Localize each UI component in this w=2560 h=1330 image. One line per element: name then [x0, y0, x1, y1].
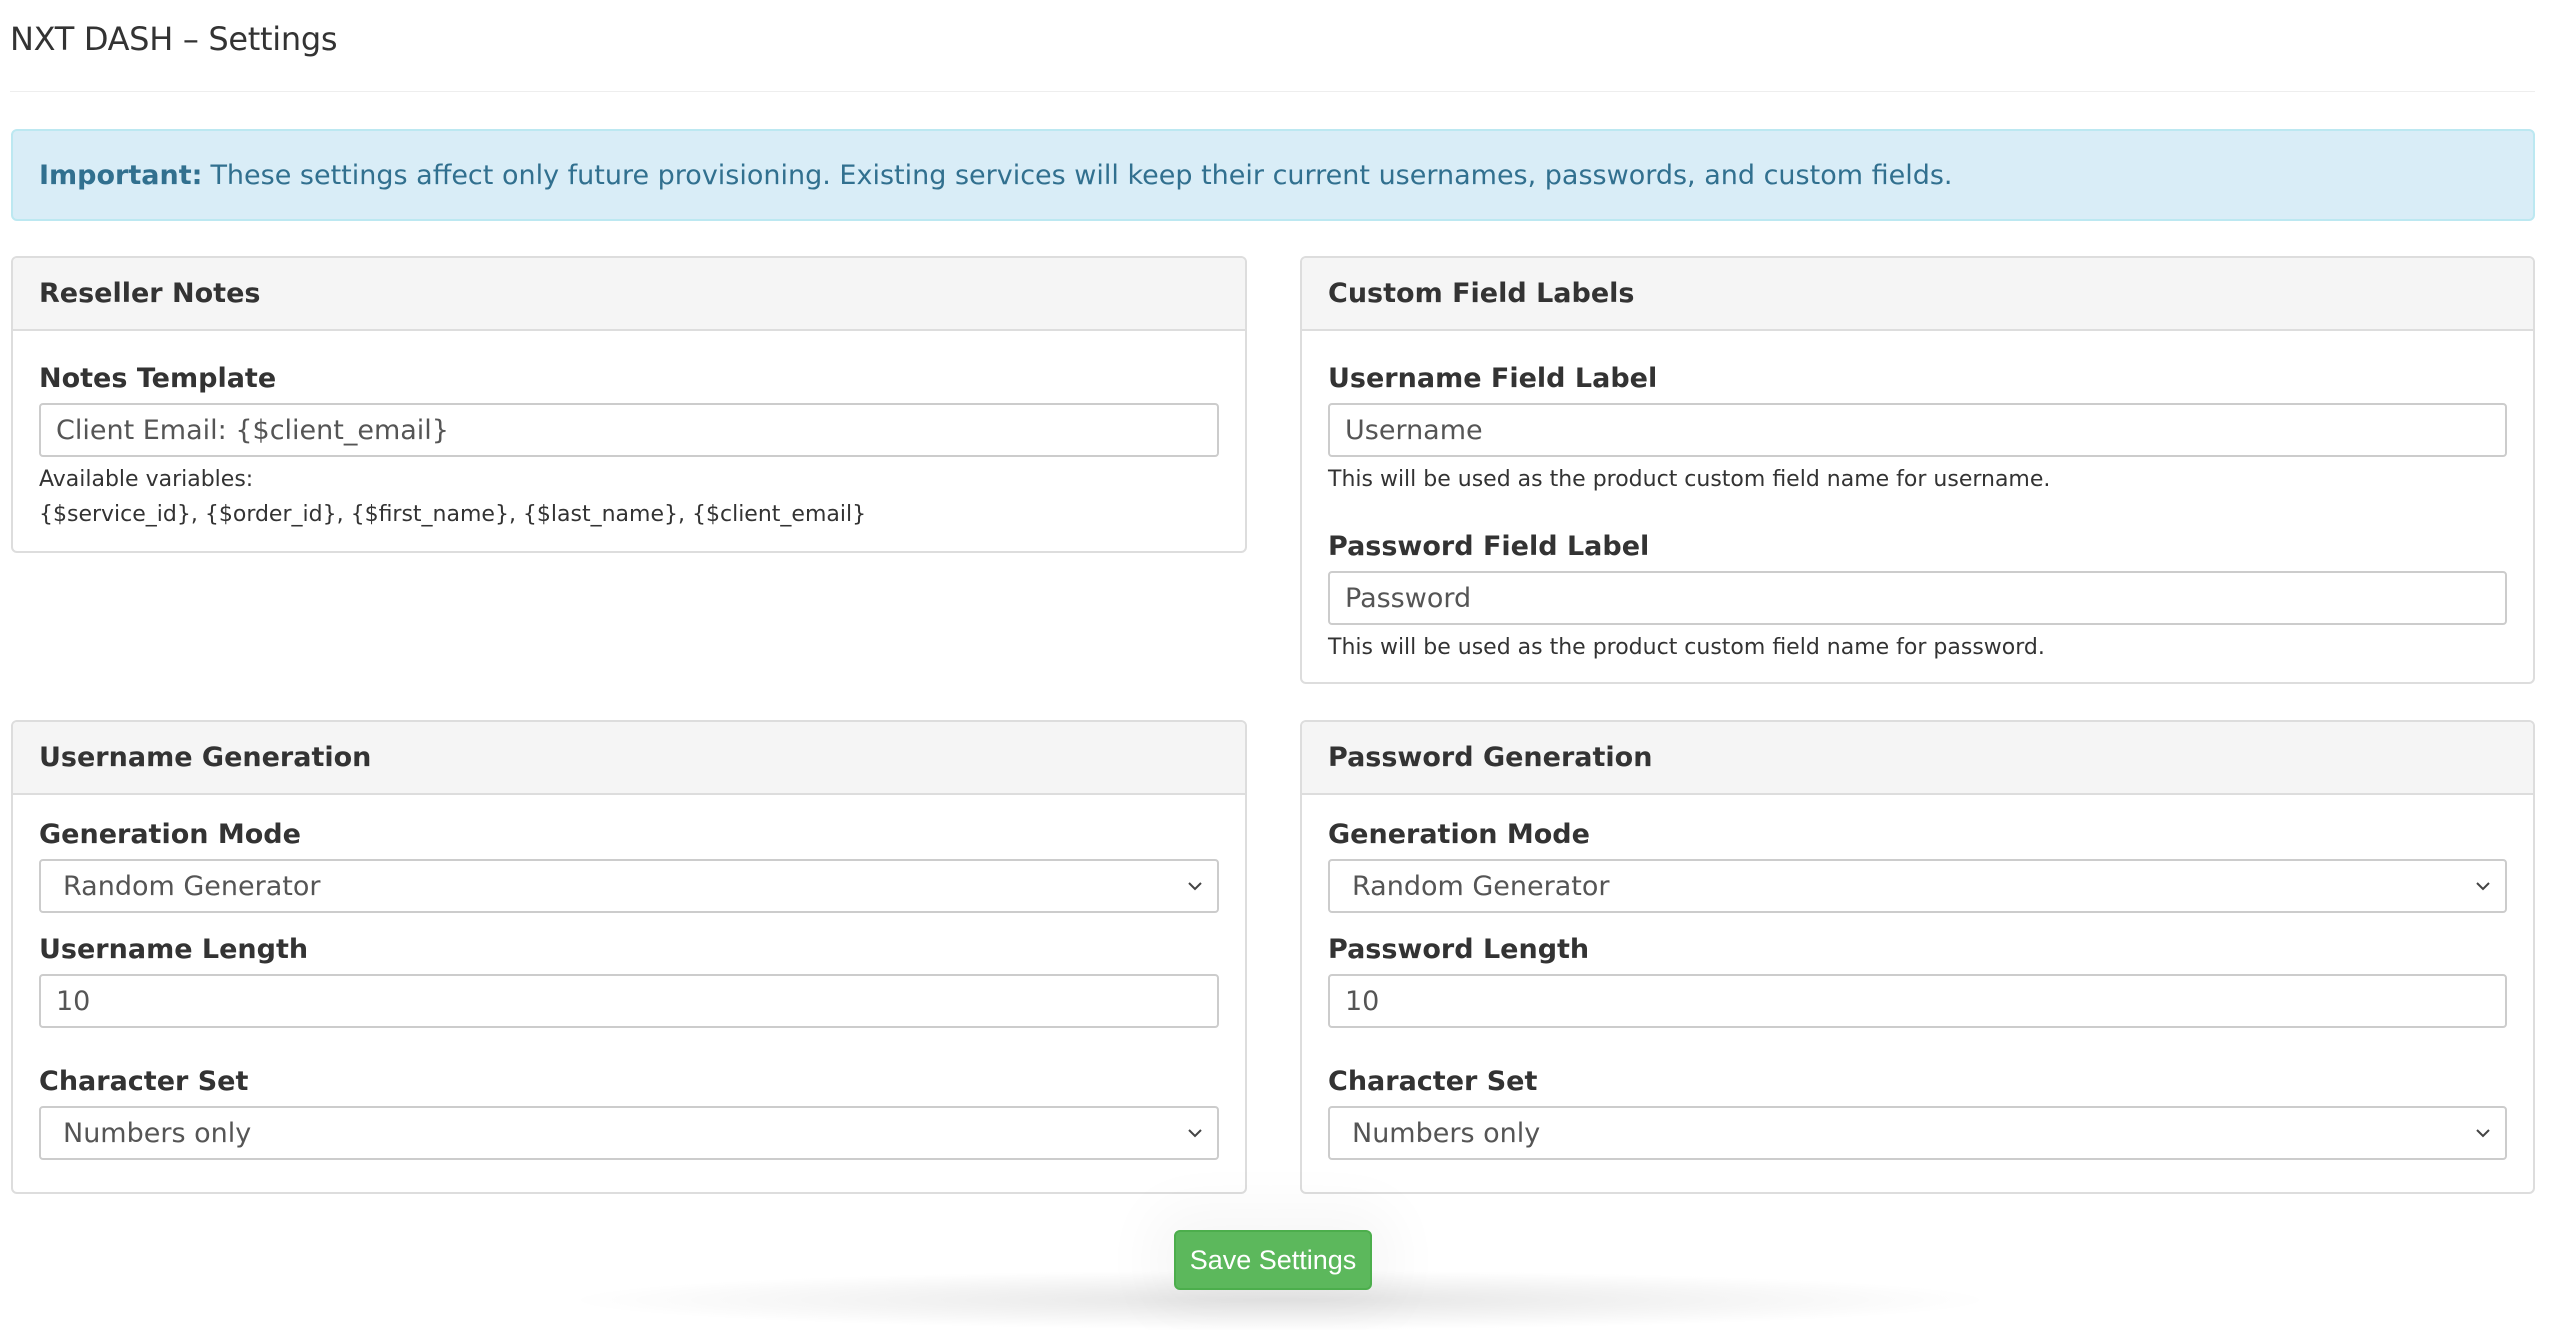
password-mode-select[interactable]: Random Generator [1328, 859, 2507, 913]
chevron-down-icon [1188, 1129, 1202, 1138]
panel-heading: Custom Field Labels [1302, 258, 2533, 331]
username-mode-label: Generation Mode [39, 819, 301, 850]
password-mode-label: Generation Mode [1328, 819, 1590, 850]
notes-template-input[interactable]: Client Email: {$client_email} [39, 403, 1219, 457]
panel-heading: Reseller Notes [13, 258, 1245, 331]
password-charset-label: Character Set [1328, 1066, 1538, 1097]
chevron-down-icon [2476, 1129, 2490, 1138]
username-length-label: Username Length [39, 934, 309, 965]
reseller-notes-panel: Reseller Notes Notes Template Client Ema… [11, 256, 1247, 553]
username-field-help: This will be used as the product custom … [1328, 467, 2051, 492]
panel-heading: Username Generation [13, 722, 1245, 795]
password-generation-panel: Password Generation Generation Mode Rand… [1300, 720, 2535, 1194]
notes-template-label: Notes Template [39, 363, 277, 394]
page-title: NXT DASH – Settings [10, 20, 338, 58]
username-charset-select[interactable]: Numbers only [39, 1106, 1219, 1160]
alert-text: These settings affect only future provis… [210, 159, 1953, 191]
password-length-label: Password Length [1328, 934, 1590, 965]
title-divider [10, 91, 2535, 92]
save-settings-button[interactable]: Save Settings [1174, 1230, 1372, 1290]
chevron-down-icon [1188, 882, 1202, 891]
password-mode-value: Random Generator [1352, 870, 1610, 902]
password-charset-value: Numbers only [1352, 1117, 1541, 1149]
password-charset-select[interactable]: Numbers only [1328, 1106, 2507, 1160]
info-alert: Important: These settings affect only fu… [11, 129, 2535, 221]
username-mode-select[interactable]: Random Generator [39, 859, 1219, 913]
custom-field-labels-panel: Custom Field Labels Username Field Label… [1300, 256, 2535, 684]
username-field-label-input[interactable]: Username [1328, 403, 2507, 457]
password-field-help: This will be used as the product custom … [1328, 635, 2045, 660]
username-charset-label: Character Set [39, 1066, 249, 1097]
username-field-label-title: Username Field Label [1328, 363, 1658, 394]
alert-strong: Important: [39, 159, 203, 191]
password-field-label-input[interactable]: Password [1328, 571, 2507, 625]
chevron-down-icon [2476, 882, 2490, 891]
username-charset-value: Numbers only [63, 1117, 252, 1149]
notes-help-title: Available variables: [39, 467, 254, 492]
password-length-input[interactable]: 10 [1328, 974, 2507, 1028]
username-generation-panel: Username Generation Generation Mode Rand… [11, 720, 1247, 1194]
notes-help-variables: {$service_id}, {$order_id}, {$first_name… [39, 502, 867, 527]
username-mode-value: Random Generator [63, 870, 321, 902]
password-field-label-title: Password Field Label [1328, 531, 1650, 562]
panel-heading: Password Generation [1302, 722, 2533, 795]
username-length-input[interactable]: 10 [39, 974, 1219, 1028]
